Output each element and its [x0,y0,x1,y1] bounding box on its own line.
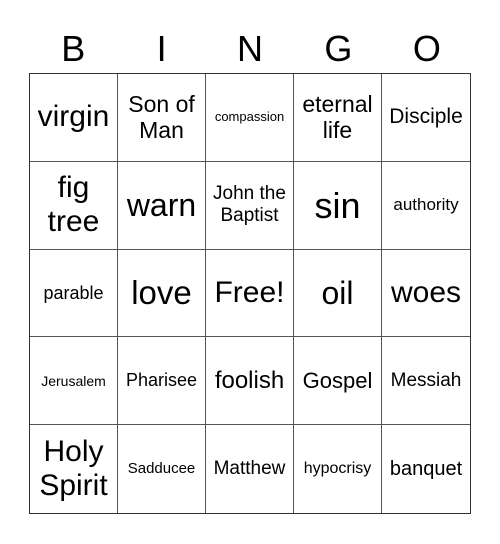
bingo-cell-text: authority [393,195,459,215]
bingo-cell-text: warn [126,186,197,223]
bingo-cell[interactable]: woes [382,250,470,338]
bingo-cell-text: Gospel [302,368,373,394]
header-letter-i: I [156,28,167,69]
bingo-cell-text: Son of Man [128,90,195,144]
bingo-cell-text: foolish [214,366,285,394]
bingo-cell-text: Holy Spirit [39,434,108,503]
bingo-cell-text: hypocrisy [303,459,372,477]
bingo-cell[interactable]: parable [30,249,118,338]
bingo-cell-text: fig tree [47,170,100,239]
bingo-cell-text: Matthew [213,458,286,480]
bingo-cell[interactable]: Son of Man [118,74,206,162]
bingo-cell-text: Pharisee [125,370,198,391]
bingo-cell[interactable]: eternal life [294,74,382,162]
bingo-cell-text: Jerusalem [41,372,106,389]
bingo-cell-text: Messiah [390,369,462,391]
bingo-cell-text: oil [321,274,354,311]
bingo-cell[interactable]: Matthew [206,425,294,513]
bingo-cell[interactable]: love [118,249,206,338]
bingo-cell[interactable]: Jerusalem [30,337,118,426]
header-letter-o: O [412,28,441,69]
header-letter-n: N [237,28,264,69]
bingo-cell[interactable]: fig tree [30,161,118,250]
header-letter-b: B [61,28,86,69]
bingo-cell[interactable]: Sadducee [118,425,206,513]
bingo-cell-text: Disciple [389,105,463,129]
bingo-cell[interactable]: warn [118,161,206,250]
bingo-cell[interactable]: hypocrisy [294,425,382,513]
bingo-cell-text: compassion [214,108,285,124]
bingo-cell[interactable]: Pharisee [118,337,206,426]
bingo-card-grid: virgin Son of Man compassion eternal life Di… [29,73,471,514]
bingo-header: B I N G O [29,26,471,72]
bingo-cell[interactable]: Gospel [294,337,382,426]
bingo-cell-text: virgin [37,100,110,134]
bingo-cell[interactable]: Disciple [382,74,470,162]
bingo-cell-text: eternal life [302,90,373,144]
header-letter-g: G [324,28,353,69]
bingo-cell-text: sin [314,184,361,226]
bingo-cell[interactable]: authority [382,162,470,250]
bingo-cell-text: woes [390,275,462,309]
bingo-cell-text: banquet [389,457,463,480]
bingo-free-cell[interactable]: Free! [206,249,294,338]
bingo-cell[interactable]: Messiah [382,337,470,426]
bingo-cell[interactable]: banquet [382,425,470,513]
bingo-cell-text: Free! [214,275,285,309]
bingo-cell[interactable]: virgin [30,74,118,162]
bingo-cell[interactable]: foolish [206,337,294,426]
bingo-cell[interactable]: compassion [206,74,294,162]
bingo-cell-text: love [131,274,192,312]
bingo-cell-text: Sadducee [127,460,196,478]
bingo-cell-text: parable [43,282,104,303]
bingo-cell[interactable]: sin [294,161,382,250]
bingo-cell[interactable]: John the Baptist [206,161,294,250]
bingo-cell[interactable]: oil [294,249,382,338]
bingo-cell-text: John the Baptist [213,183,286,227]
bingo-cell[interactable]: Holy Spirit [30,425,118,513]
